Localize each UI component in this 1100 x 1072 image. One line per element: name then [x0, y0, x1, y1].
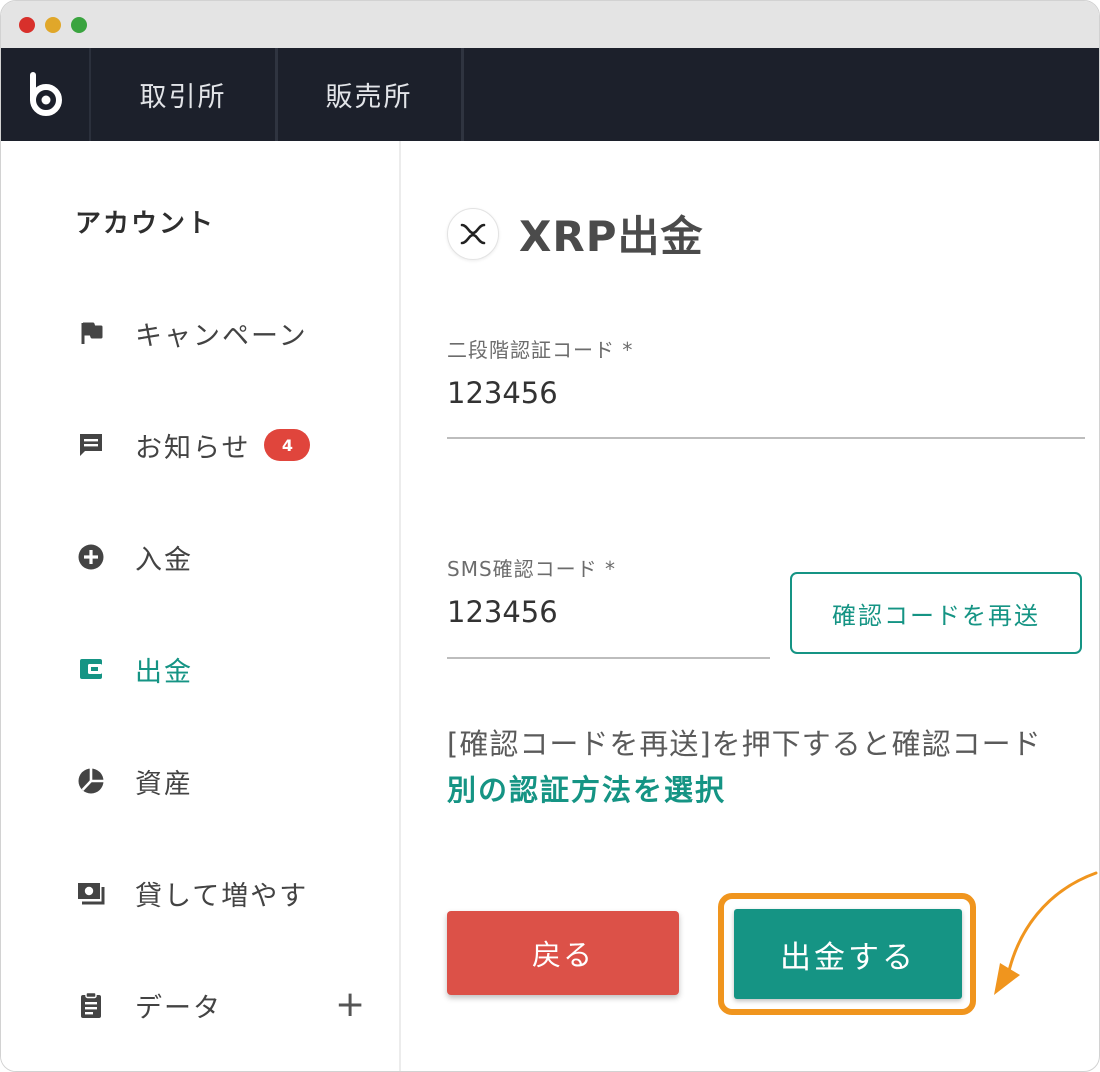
bitbank-logo-icon[interactable]	[3, 48, 91, 141]
resend-code-button[interactable]: 確認コードを再送	[790, 572, 1082, 654]
back-button[interactable]: 戻る	[447, 911, 679, 995]
pie-chart-icon	[75, 765, 107, 797]
pointer-arrow-icon	[994, 871, 1098, 995]
minimize-window-dot[interactable]	[45, 17, 61, 33]
flag-icon	[75, 317, 107, 349]
maximize-window-dot[interactable]	[71, 17, 87, 33]
sidebar-item-withdraw[interactable]: 出金	[75, 649, 193, 689]
browser-window: 取引所 販売所 アカウント キャンペーン お知らせ 4 入金 出金 資産 貸して…	[0, 0, 1100, 1072]
message-icon	[75, 429, 107, 461]
sidebar-item-deposit[interactable]: 入金	[75, 537, 193, 577]
two-factor-code-input[interactable]	[447, 373, 1083, 413]
tab-exchange[interactable]: 取引所	[91, 48, 278, 141]
two-factor-underline	[447, 437, 1085, 439]
sidebar: アカウント キャンペーン お知らせ 4 入金 出金 資産 貸して増やす データ …	[1, 141, 401, 1071]
window-titlebar	[1, 1, 1099, 48]
sms-code-underline	[447, 657, 770, 659]
money-icon	[75, 877, 107, 909]
two-factor-label: 二段階認証コード *	[447, 338, 634, 362]
sidebar-item-news[interactable]: お知らせ 4	[75, 425, 311, 465]
xrp-icon	[447, 208, 499, 260]
sidebar-title: アカウント	[75, 209, 216, 239]
close-window-dot[interactable]	[19, 17, 35, 33]
sidebar-item-lending[interactable]: 貸して増やす	[75, 873, 308, 913]
top-navbar: 取引所 販売所	[1, 48, 1099, 141]
plus-circle-icon	[75, 541, 107, 573]
sms-code-label: SMS確認コード *	[447, 557, 617, 581]
sms-code-input[interactable]	[447, 592, 767, 632]
resend-notice-text: [確認コードを再送]を押下すると確認コード	[447, 727, 1042, 761]
alternate-auth-link[interactable]: 別の認証方法を選択	[447, 767, 726, 809]
data-expand-icon[interactable]: +	[335, 985, 365, 1025]
clipboard-icon	[75, 989, 107, 1021]
sidebar-item-assets[interactable]: 資産	[75, 761, 193, 801]
wallet-icon	[75, 653, 107, 685]
notification-count-badge: 4	[264, 429, 311, 461]
sidebar-item-data[interactable]: データ	[75, 985, 222, 1025]
page-title: XRP出金	[519, 212, 704, 261]
withdraw-button[interactable]: 出金する	[734, 909, 962, 999]
sidebar-item-campaign[interactable]: キャンペーン	[75, 313, 308, 353]
main-content: XRP出金 二段階認証コード * SMS確認コード * 確認コードを再送 [確認…	[401, 141, 1099, 1071]
tab-sales[interactable]: 販売所	[277, 48, 464, 141]
